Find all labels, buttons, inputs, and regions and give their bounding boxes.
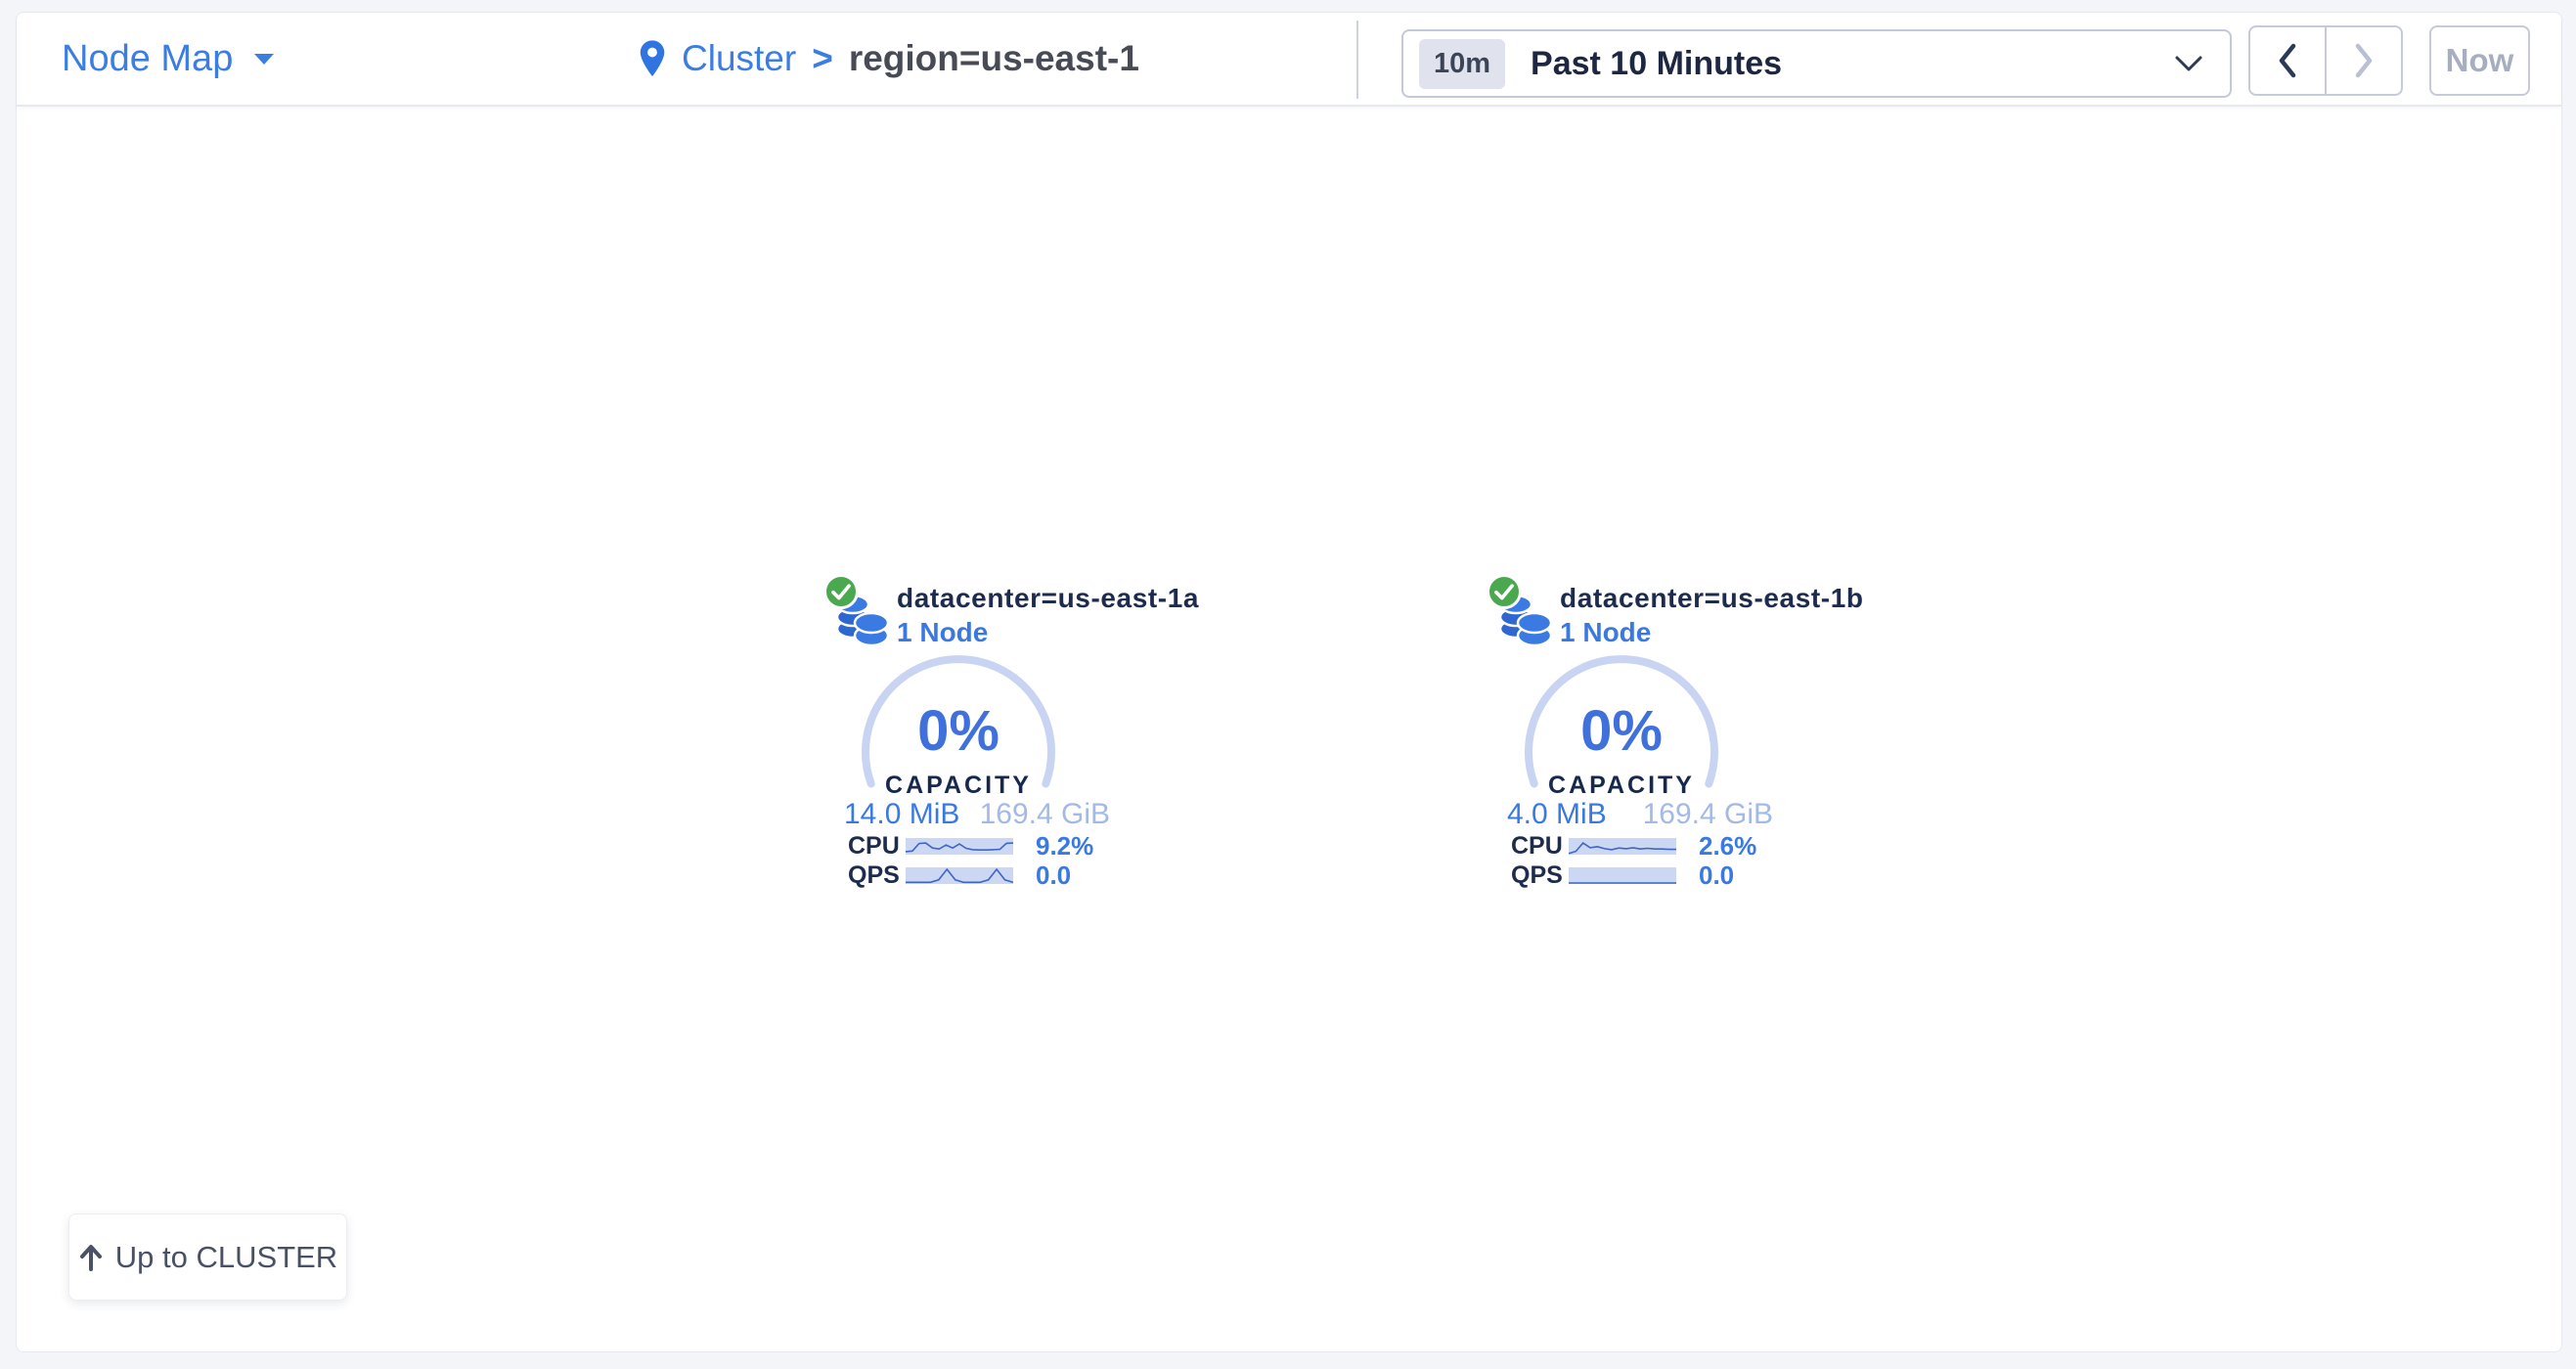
- capacity-total: 169.4 GiB: [1643, 798, 1773, 831]
- breadcrumb-separator: >: [812, 38, 833, 79]
- locality-title: datacenter=us-east-1a: [897, 583, 1199, 614]
- cpu-label: CPU: [848, 832, 906, 861]
- now-button-label: Now: [2446, 42, 2514, 79]
- header-divider: [1356, 21, 1358, 99]
- header-bar: Node Map Cluster > region=us-east-1 10m …: [17, 13, 2561, 107]
- qps-label: QPS: [1511, 861, 1569, 890]
- up-to-cluster-label: Up to CLUSTER: [115, 1240, 337, 1275]
- location-pin-icon: [639, 39, 666, 78]
- up-to-cluster-button[interactable]: Up to CLUSTER: [68, 1214, 347, 1301]
- capacity-percent: 0%: [861, 698, 1056, 764]
- time-range-label: Past 10 Minutes: [1531, 45, 1782, 83]
- time-step-forward-button[interactable]: [2327, 27, 2401, 94]
- time-range-dropdown[interactable]: 10m Past 10 Minutes: [1401, 29, 2232, 98]
- locality-title: datacenter=us-east-1b: [1560, 583, 1864, 614]
- breadcrumb-current: region=us-east-1: [849, 38, 1139, 79]
- capacity-values: 4.0 MiB 169.4 GiB: [1507, 798, 1773, 831]
- chevron-down-icon: [2175, 56, 2202, 72]
- qps-label: QPS: [848, 861, 906, 890]
- cpu-metric-row: CPU 9.2%: [848, 831, 1093, 861]
- view-selector-dropdown[interactable]: Node Map: [62, 13, 276, 105]
- cpu-label: CPU: [1511, 832, 1569, 861]
- chevron-right-icon: [2353, 43, 2375, 78]
- arrow-up-icon: [78, 1243, 104, 1272]
- cpu-sparkline: [906, 838, 1013, 855]
- capacity-percent: 0%: [1524, 698, 1719, 764]
- qps-sparkline: [1569, 867, 1676, 884]
- qps-value: 0.0: [1036, 861, 1071, 891]
- node-map-panel: Node Map Cluster > region=us-east-1 10m …: [16, 12, 2562, 1352]
- cpu-metric-row: CPU 2.6%: [1511, 831, 1756, 861]
- cpu-value: 2.6%: [1699, 831, 1756, 861]
- check-circle-icon: [1487, 574, 1522, 609]
- time-range-badge: 10m: [1419, 39, 1505, 89]
- cpu-sparkline: [1569, 838, 1676, 855]
- qps-metric-row: QPS 0.0: [848, 861, 1071, 891]
- locality-card-us-east-1b[interactable]: datacenter=us-east-1b 1 Node 0% CAPACITY…: [1486, 573, 1779, 905]
- time-step-back-button[interactable]: [2250, 27, 2327, 94]
- time-step-buttons: [2248, 25, 2403, 96]
- qps-sparkline: [906, 867, 1013, 884]
- qps-metric-row: QPS 0.0: [1511, 861, 1734, 891]
- qps-value: 0.0: [1699, 861, 1734, 891]
- check-circle-icon: [823, 574, 859, 609]
- view-selector-label: Node Map: [62, 38, 233, 80]
- capacity-total: 169.4 GiB: [980, 798, 1110, 831]
- capacity-used: 4.0 MiB: [1507, 798, 1607, 831]
- now-button[interactable]: Now: [2429, 25, 2530, 96]
- locality-card-us-east-1a[interactable]: datacenter=us-east-1a 1 Node 0% CAPACITY…: [822, 573, 1116, 905]
- locality-node-count: 1 Node: [1560, 617, 1651, 648]
- breadcrumb: Cluster > region=us-east-1: [639, 13, 1139, 105]
- chevron-left-icon: [2277, 43, 2298, 78]
- breadcrumb-link-cluster[interactable]: Cluster: [682, 38, 796, 79]
- caret-down-icon: [252, 52, 276, 66]
- capacity-label: CAPACITY: [1524, 772, 1719, 800]
- cpu-value: 9.2%: [1036, 831, 1093, 861]
- capacity-used: 14.0 MiB: [844, 798, 959, 831]
- locality-node-count: 1 Node: [897, 617, 988, 648]
- capacity-label: CAPACITY: [861, 772, 1056, 800]
- capacity-values: 14.0 MiB 169.4 GiB: [844, 798, 1110, 831]
